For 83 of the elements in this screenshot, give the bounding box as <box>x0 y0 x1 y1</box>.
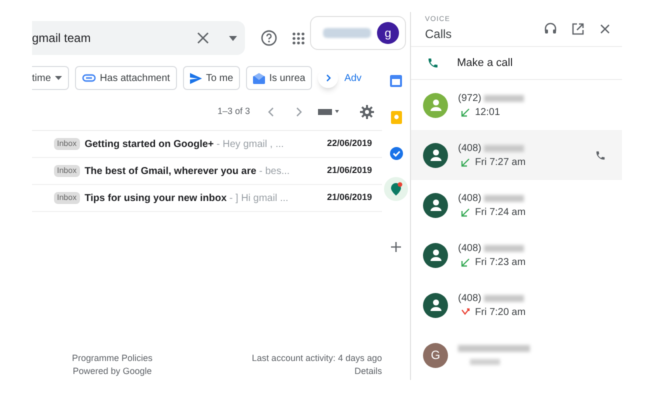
redacted-text <box>484 94 524 102</box>
chevron-left-icon[interactable] <box>268 107 274 117</box>
call-time: Fri 7:23 am <box>475 256 526 270</box>
filter-chip[interactable]: Is unrea <box>246 66 312 90</box>
phone-number: (408) <box>458 192 482 206</box>
inbox-label: Inbox <box>54 138 80 150</box>
email-subject: The best of Gmail, wherever you are - bes... <box>84 164 291 178</box>
search-value: gmail team <box>32 30 92 47</box>
footer-link[interactable]: Programme Policies <box>72 352 153 365</box>
incoming-call-icon <box>461 108 470 116</box>
phone-icon <box>427 56 439 69</box>
call-row[interactable]: (408) Fri 7:27 am <box>411 130 622 180</box>
inbox-label: Inbox <box>54 165 80 177</box>
call-row[interactable]: (408) Fri 7:23 am <box>411 230 622 280</box>
filter-chip[interactable]: To me <box>182 66 240 90</box>
redacted-text <box>484 294 524 302</box>
call-row[interactable]: (408) Fri 7:24 am <box>411 180 622 230</box>
redacted-text <box>458 344 530 352</box>
dropdown-icon <box>54 76 62 80</box>
redacted-text <box>484 144 524 152</box>
advanced-search-link[interactable]: Adv <box>344 70 362 86</box>
make-call-button[interactable]: Make a call <box>411 46 622 80</box>
send-icon <box>190 72 202 84</box>
open-in-new-icon[interactable] <box>572 22 584 35</box>
redacted-text <box>484 244 524 252</box>
chevron-right-icon <box>326 74 331 82</box>
missed-call-icon <box>461 308 470 316</box>
blurred-logo <box>323 28 371 38</box>
incoming-call-icon <box>461 208 470 216</box>
inbox-label: Inbox <box>54 192 80 204</box>
filter-chip[interactable]: time <box>32 66 69 90</box>
email-date: 21/06/2019 <box>326 191 372 204</box>
settings-icon[interactable] <box>360 105 374 119</box>
call-time: Fri 7:20 am <box>475 306 526 320</box>
note-icon <box>390 110 402 124</box>
chevron-right-icon[interactable] <box>296 107 302 117</box>
attachment-icon <box>82 74 96 82</box>
calendar-icon <box>390 75 402 87</box>
call-row[interactable]: G <box>411 330 622 380</box>
email-date: 21/06/2019 <box>326 164 372 178</box>
close-icon[interactable] <box>600 24 610 34</box>
email-subject: Getting started on Google+ - Hey gmail , ... <box>84 138 285 152</box>
account-avatar[interactable]: g <box>377 22 399 44</box>
add-icon[interactable] <box>391 242 401 252</box>
call-time: 12:01 <box>475 106 500 120</box>
incoming-call-icon <box>461 158 470 166</box>
account-switcher[interactable]: g <box>310 16 406 50</box>
details-link[interactable]: Details <box>354 365 382 378</box>
redacted-text <box>470 359 500 365</box>
phone-number: (972) <box>458 92 482 106</box>
envelope-icon <box>253 72 266 84</box>
next-chips-button[interactable] <box>318 68 338 88</box>
apps-grid-icon[interactable] <box>292 32 305 44</box>
keyboard-icon[interactable] <box>318 108 340 116</box>
phone-icon[interactable] <box>595 150 606 160</box>
side-app-button[interactable] <box>384 177 408 201</box>
check-circle-icon <box>390 146 402 160</box>
incoming-call-icon <box>461 258 470 266</box>
contact-avatar: G <box>423 342 448 368</box>
search-field[interactable]: gmail team <box>32 21 245 55</box>
panel-title: Calls <box>425 26 453 44</box>
email-row[interactable]: Inbox Getting started on Google+ - Hey gmail , ... 22/06/2019 <box>32 131 382 158</box>
phone-number: (408) <box>458 242 482 256</box>
redacted-text <box>484 194 524 202</box>
phone-number: (408) <box>458 142 482 156</box>
call-time: Fri 7:27 am <box>475 156 526 170</box>
email-row[interactable]: Inbox The best of Gmail, wherever you are - bes... 21/06/2019 <box>32 158 382 185</box>
phone-pin-icon <box>389 182 403 196</box>
call-row[interactable]: (408) Fri 7:20 am <box>411 280 622 330</box>
email-subject: Tips for using your new inbox - ] Hi gmail ... <box>84 192 290 206</box>
call-row[interactable]: (972) 12:01 <box>411 80 622 130</box>
filter-chip[interactable]: Has attachment <box>74 66 177 90</box>
headset-icon[interactable] <box>544 22 557 36</box>
help-icon[interactable] <box>261 30 277 46</box>
account-activity-text: Last account activity: 4 days ago <box>252 352 382 365</box>
phone-number: (408) <box>458 292 482 306</box>
call-time: Fri 7:24 am <box>475 206 526 220</box>
email-date: 22/06/2019 <box>326 137 372 150</box>
pagination-text: 1–3 of 3 <box>217 105 250 118</box>
email-row[interactable]: Inbox Tips for using your new inbox - ] Hi gmail ... 21/06/2019 <box>32 185 382 212</box>
dropdown-icon[interactable] <box>229 36 237 40</box>
close-icon[interactable] <box>197 32 209 44</box>
footer-link[interactable]: Powered by Google <box>72 365 152 378</box>
